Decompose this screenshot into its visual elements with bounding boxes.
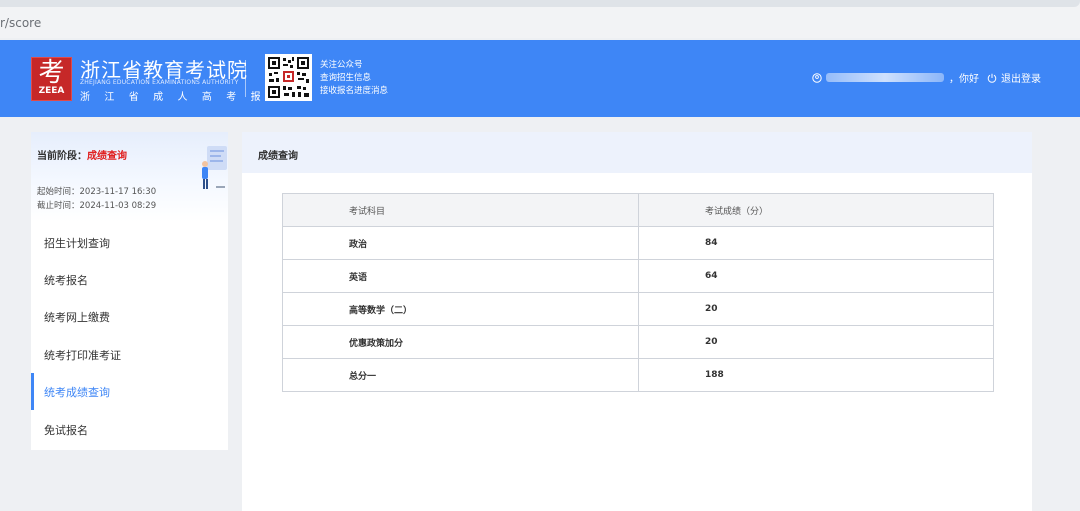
column-header-subject: 考试科目 [282, 193, 639, 227]
user-icon [812, 72, 822, 83]
table-row: 政治 84 [282, 226, 994, 260]
qr-code-image [265, 54, 312, 101]
subject-cell: 高等数学（二） [282, 292, 639, 326]
logout-button[interactable]: 退出登录 [987, 70, 1041, 85]
main-content: 成绩查询 考试科目 考试成绩（分） 政治 84 英语 64 高等数学（二） 20… [242, 132, 1032, 511]
logout-label: 退出登录 [1001, 74, 1041, 85]
sidebar-item-online-payment[interactable]: 统考网上缴费 [31, 298, 228, 335]
power-icon [987, 73, 997, 83]
sidebar-item-label: 统考报名 [44, 274, 88, 287]
site-subtitle: 浙 江 省 成 人 高 考 报 名 [80, 92, 291, 103]
sidebar-item-enrollment-plan[interactable]: 招生计划查询 [31, 224, 228, 261]
logo-abbreviation: ZEEA [38, 86, 65, 96]
browser-tab-strip [0, 0, 1080, 7]
subject-cell: 优惠政策加分 [282, 325, 639, 359]
masked-username [826, 73, 944, 82]
greeting-text: ，你好 [949, 74, 979, 85]
score-cell: 20 [638, 325, 994, 359]
end-time: 截止时间：2024-11-03 08:29 [37, 201, 157, 211]
stage-label: 当前阶段： [37, 151, 87, 162]
sidebar-item-label: 招生计划查询 [44, 237, 110, 250]
sidebar-item-score-query[interactable]: 统考成绩查询 [31, 373, 228, 410]
stage-value: 成绩查询 [87, 151, 127, 162]
active-indicator [31, 373, 34, 410]
subject-cell: 政治 [282, 226, 639, 260]
page-title: 成绩查询 [258, 151, 298, 162]
table-row: 高等数学（二） 20 [282, 292, 994, 326]
user-area: ，你好 退出登录 [812, 70, 1041, 85]
qr-caption-line: 关注公众号 [320, 60, 363, 70]
table-row: 英语 64 [282, 259, 994, 293]
subject-cell: 英语 [282, 259, 639, 293]
sidebar-item-label: 统考网上缴费 [44, 311, 110, 324]
column-header-score: 考试成绩（分） [638, 193, 994, 227]
stage-illustration-icon [202, 146, 227, 189]
address-bar-url[interactable]: r/score [0, 16, 41, 30]
table-row: 总分一 188 [282, 358, 994, 392]
stage-panel: 当前阶段：成绩查询 起始时间：2023-11-17 16:30 截止时间：202… [31, 132, 228, 222]
sidebar: 当前阶段：成绩查询 起始时间：2023-11-17 16:30 截止时间：202… [31, 132, 228, 450]
sidebar-item-print-admission-ticket[interactable]: 统考打印准考证 [31, 336, 228, 373]
table-header-row: 考试科目 考试成绩（分） [282, 193, 994, 227]
sidebar-item-exemption-registration[interactable]: 免试报名 [31, 411, 228, 448]
browser-toolbar: r/score [0, 0, 1080, 38]
site-header: 考 ZEEA 浙江省教育考试院 ZHEJIANG EDUCATION EXAMI… [0, 40, 1080, 117]
main-header: 成绩查询 [242, 132, 1032, 173]
sidebar-item-label: 免试报名 [44, 424, 88, 437]
sidebar-item-exam-registration[interactable]: 统考报名 [31, 261, 228, 298]
score-cell: 84 [638, 226, 994, 260]
table-row: 优惠政策加分 20 [282, 325, 994, 359]
qr-code-icon [265, 54, 312, 101]
logo-character: 考 [38, 58, 65, 88]
score-cell: 64 [638, 259, 994, 293]
header-divider [245, 60, 246, 97]
sidebar-item-label: 统考打印准考证 [44, 349, 121, 362]
site-title-english: ZHEJIANG EDUCATION EXAMINATIONS AUTHORIT… [80, 79, 239, 86]
start-time: 起始时间：2023-11-17 16:30 [37, 187, 157, 197]
score-table: 考试科目 考试成绩（分） 政治 84 英语 64 高等数学（二） 20 优惠政策… [282, 193, 994, 392]
current-stage: 当前阶段：成绩查询 [37, 147, 127, 162]
sidebar-item-label: 统考成绩查询 [44, 386, 110, 399]
qr-code-caption: 关注公众号 查询招生信息 接收报名进度消息 [320, 59, 388, 98]
qr-caption-line: 查询招生信息 [320, 73, 372, 83]
zeea-logo[interactable]: 考 ZEEA [31, 57, 72, 101]
qr-caption-line: 接收报名进度消息 [320, 86, 389, 96]
score-cell: 20 [638, 292, 994, 326]
subject-cell: 总分一 [282, 358, 639, 392]
score-cell: 188 [638, 358, 994, 392]
